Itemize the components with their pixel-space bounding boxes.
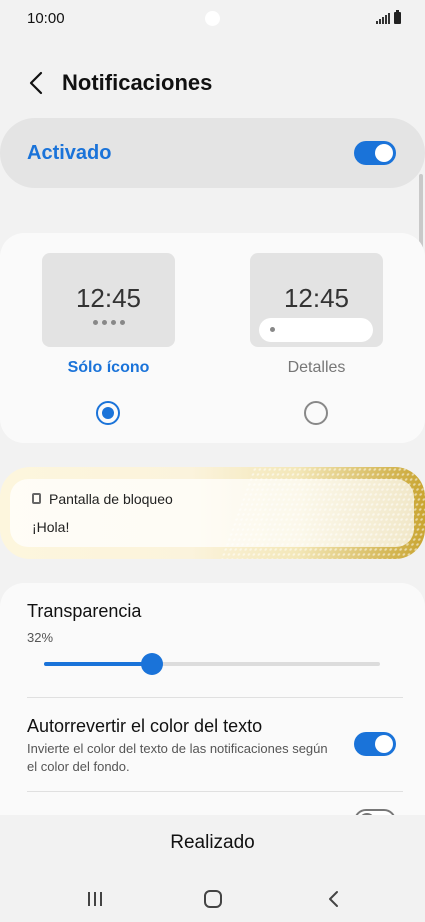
recents-icon (88, 892, 102, 906)
notification-style-card: 12:45 12:45 Sólo ícono Detalles (0, 233, 425, 443)
lock-screen-preview: Pantalla de bloqueo ¡Hola! (0, 467, 425, 559)
navigation-bar (0, 879, 425, 919)
toggle-knob (375, 144, 393, 162)
notification-title: Pantalla de bloqueo (49, 491, 173, 507)
battery-icon (394, 10, 401, 24)
status-time: 10:00 (27, 10, 65, 27)
auto-invert-title: Autorrevertir el color del texto (27, 716, 263, 736)
detail-notification-bar (259, 318, 373, 342)
camera-cutout (205, 11, 220, 26)
transparency-value: 32% (27, 630, 54, 645)
auto-invert-toggle[interactable] (354, 732, 396, 756)
slider-fill (44, 662, 152, 666)
master-switch-label: Activado (27, 142, 112, 164)
chevron-left-icon (29, 71, 43, 95)
toggle-knob (375, 735, 393, 753)
lock-screen-icon (32, 493, 41, 504)
details-radio[interactable] (304, 401, 328, 425)
page-title: Notificaciones (62, 70, 213, 95)
master-toggle[interactable] (354, 141, 396, 165)
signal-icon (376, 13, 390, 24)
slider-thumb[interactable] (140, 653, 163, 675)
notification-dots (42, 320, 175, 325)
header: Notificaciones (0, 60, 425, 106)
icon-only-preview[interactable]: 12:45 (42, 253, 175, 347)
transparency-slider[interactable] (44, 653, 380, 675)
status-icons (376, 10, 401, 24)
divider (27, 697, 403, 698)
home-button[interactable] (193, 884, 233, 914)
auto-invert-description: Invierte el color del texto de las notif… (27, 741, 328, 774)
settings-card: Transparencia 32% Autorrevertir el color… (0, 583, 425, 815)
icon-only-radio[interactable] (96, 401, 120, 425)
divider (27, 791, 403, 792)
notification-preview: Pantalla de bloqueo ¡Hola! (10, 479, 414, 547)
details-label: Detalles (287, 359, 346, 376)
bottom-panel: Realizado (0, 815, 425, 922)
nav-back-button[interactable] (313, 884, 353, 914)
preview-time: 12:45 (283, 283, 350, 313)
back-button[interactable] (22, 69, 50, 97)
details-preview[interactable]: 12:45 (250, 253, 383, 347)
done-button[interactable]: Realizado (0, 827, 425, 859)
notification-body: ¡Hola! (32, 519, 70, 535)
home-icon (204, 890, 222, 908)
nav-back-icon (329, 891, 338, 907)
preview-time: 12:45 (75, 283, 142, 313)
recents-button[interactable] (75, 884, 115, 914)
status-bar: 10:00 (0, 0, 425, 38)
icon-only-label: Sólo ícono (67, 359, 150, 376)
master-switch-row[interactable]: Activado (0, 118, 425, 188)
transparency-title: Transparencia (27, 601, 142, 621)
